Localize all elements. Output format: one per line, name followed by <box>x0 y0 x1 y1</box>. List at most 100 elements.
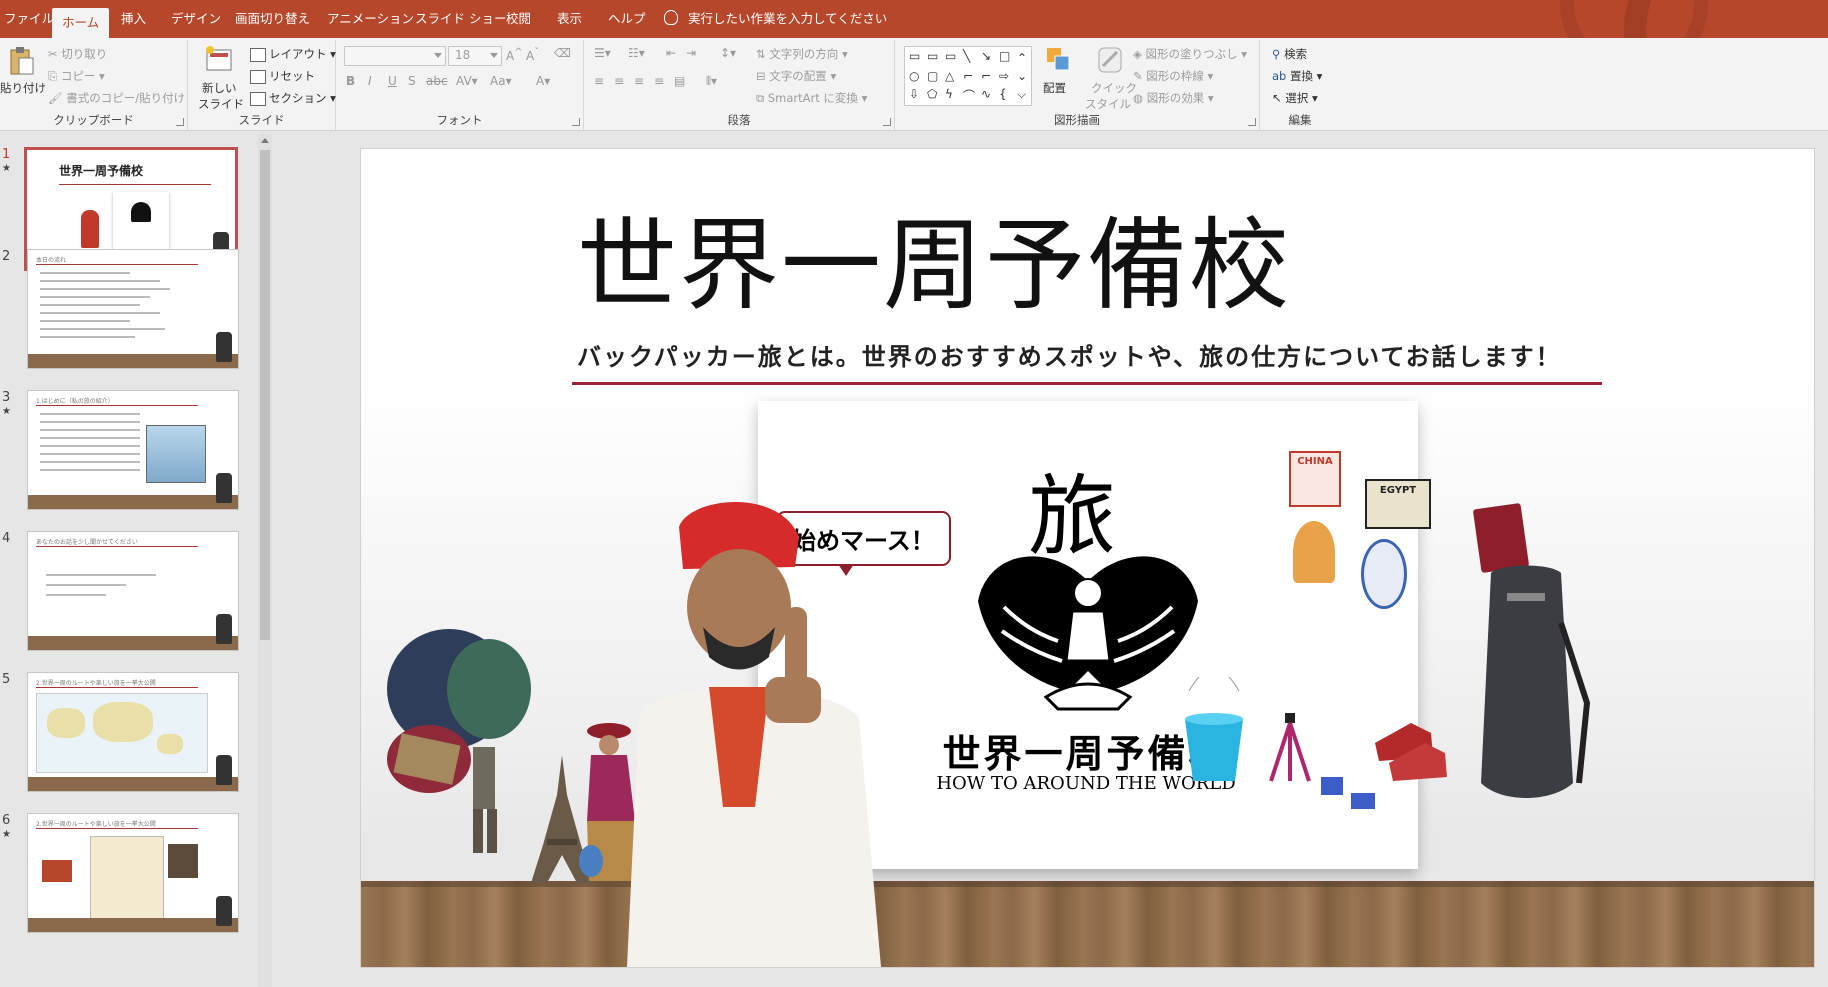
stamp-sticker[interactable] <box>1361 539 1407 609</box>
underline-icon[interactable]: U <box>388 74 397 88</box>
china-sticker[interactable]: CHINA <box>1289 451 1341 507</box>
shape-outline-button[interactable]: ✎ 図形の枠線 ▾ <box>1133 68 1213 84</box>
egypt-sticker[interactable]: EGYPT <box>1365 479 1431 529</box>
smartart-button[interactable]: ⧉ SmartArt に変換 ▾ <box>756 90 867 106</box>
align-left-icon[interactable]: ≡ <box>594 74 604 88</box>
select-button[interactable]: ↖ 選択 ▾ <box>1272 90 1318 106</box>
shadow-icon[interactable]: S <box>408 74 416 88</box>
tell-me-search[interactable]: 実行したい作業を入力してください <box>664 0 887 38</box>
tab-design[interactable]: デザイン <box>171 0 221 38</box>
new-slide-label-2[interactable]: スライド <box>198 96 244 112</box>
curve-shape-icon[interactable]: ∿ <box>981 87 991 101</box>
slide-thumbnail-6[interactable]: 2.世界一周のルートや楽しい旅を一挙大公開 <box>27 813 239 933</box>
arrow-shape-icon[interactable]: ↘ <box>981 49 991 63</box>
slide-title[interactable]: 世界一周予備校 <box>577 211 1291 321</box>
scroll-up-icon[interactable] <box>261 138 269 143</box>
tab-slideshow[interactable]: スライド ショー <box>415 0 506 38</box>
tab-view[interactable]: 表示 <box>557 0 582 38</box>
tab-transitions[interactable]: 画面切り替え <box>235 0 310 38</box>
char-spacing-icon[interactable]: AV▾ <box>456 74 478 88</box>
format-painter-button[interactable]: 🖌 書式のコピー/貼り付け <box>48 90 185 106</box>
right-arrow-shape-icon[interactable]: ⇨ <box>999 69 1009 83</box>
triangle-shape-icon[interactable]: △ <box>945 69 954 83</box>
arc-shape-icon[interactable]: ⌒ <box>963 87 975 104</box>
layout-button[interactable]: レイアウト ▾ <box>250 46 336 62</box>
align-center-icon[interactable]: ≡ <box>614 74 624 88</box>
distributed-icon[interactable]: ▤ <box>674 74 685 88</box>
text-direction-button[interactable]: ⇅ 文字列の方向 ▾ <box>756 46 848 62</box>
line-spacing-icon[interactable]: ↕▾ <box>720 46 736 60</box>
columns-icon[interactable]: ⫴▾ <box>706 74 717 89</box>
tab-insert[interactable]: 挿入 <box>121 0 146 38</box>
tab-help[interactable]: ヘルプ <box>608 0 646 38</box>
font-color-icon[interactable]: A▾ <box>536 74 550 88</box>
numbering-icon[interactable]: ☷▾ <box>628 46 645 60</box>
cut-button[interactable]: ✂ 切り取り <box>48 46 107 62</box>
quick-styles-label-1[interactable]: クイック <box>1091 80 1137 96</box>
new-slide-label-1[interactable]: 新しい <box>202 80 237 96</box>
slide-thumbnail-5[interactable]: 2.世界一周のルートや楽しい旅を一挙大公開 <box>27 672 239 792</box>
dialog-launcher-icon[interactable] <box>883 118 891 126</box>
dialog-launcher-icon[interactable] <box>1248 118 1256 126</box>
textbox-shape-icon[interactable]: ▭ <box>909 49 920 63</box>
textbox-shape-icon[interactable]: ▭ <box>927 49 938 63</box>
find-button[interactable]: ⚲ 検索 <box>1272 46 1307 62</box>
red-shoes[interactable] <box>1371 713 1451 783</box>
copy-button[interactable]: ⎘ コピー ▾ <box>48 68 105 84</box>
connector-shape-icon[interactable]: ⌐ <box>963 69 973 83</box>
shrink-font-icon[interactable]: Aˇ <box>526 47 539 63</box>
reset-button[interactable]: リセット <box>250 68 315 84</box>
slide-thumbnail-3[interactable]: 1.はじめに（私の旅の紹介） <box>27 390 239 510</box>
quick-styles-label-2[interactable]: スタイル <box>1085 96 1131 112</box>
bullets-icon[interactable]: ☰▾ <box>594 46 611 60</box>
rectangle-shape-icon[interactable]: □ <box>999 49 1010 63</box>
slide-thumbnail-2[interactable]: 本日の流れ <box>27 249 239 369</box>
scroll-up-icon[interactable]: ⌃ <box>1017 51 1027 65</box>
shape-fill-button[interactable]: ◈ 図形の塗りつぶし ▾ <box>1133 46 1247 62</box>
tab-file[interactable]: ファイル <box>4 0 54 38</box>
thumbnail-scrollbar[interactable] <box>258 134 272 987</box>
pentagon-shape-icon[interactable]: ⬠ <box>927 87 937 101</box>
grow-font-icon[interactable]: A^ <box>506 47 523 63</box>
clear-format-icon[interactable]: ⌫ <box>554 46 571 60</box>
backpack[interactable] <box>1461 563 1591 811</box>
slide-canvas[interactable]: 世界一周予備校 バックパッカー旅とは。世界のおすすめスポットや、旅の仕方について… <box>360 148 1815 968</box>
shapes-gallery[interactable]: ▭ ▭ ▭ ╲ ↘ □ ○ ▢ △ ⌐ ⌐ ⇨ ⇩ ⬠ ϟ ⌒ ∿ { ⌃ ⌄ … <box>904 46 1032 106</box>
presenter-photo[interactable] <box>619 487 889 967</box>
slide-thumbnail-4[interactable]: あなたのお話を少し聞かせてください <box>27 531 239 651</box>
italic-icon[interactable]: I <box>368 74 372 88</box>
rounded-rect-shape-icon[interactable]: ▢ <box>927 69 938 83</box>
arrange-button[interactable]: 配置 <box>1043 80 1066 96</box>
line-shape-icon[interactable]: ╲ <box>963 49 970 63</box>
font-name-select[interactable] <box>344 46 446 66</box>
plug-adapter[interactable] <box>1321 777 1343 795</box>
align-text-button[interactable]: ⊟ 文字の配置 ▾ <box>756 68 836 84</box>
textbox-shape-icon[interactable]: ▭ <box>945 49 956 63</box>
tab-animations[interactable]: アニメーション <box>327 0 414 38</box>
shape-effects-button[interactable]: ◍ 図形の効果 ▾ <box>1133 90 1214 106</box>
arrow-shape-icon[interactable]: ⇩ <box>909 87 919 101</box>
tripod[interactable] <box>1267 713 1313 783</box>
tab-home[interactable]: ホーム <box>52 8 110 38</box>
lightning-shape-icon[interactable]: ϟ <box>945 87 953 101</box>
scrollbar-thumb[interactable] <box>260 150 270 640</box>
bucket[interactable] <box>1179 677 1249 787</box>
font-size-select[interactable]: 18 <box>448 46 502 66</box>
tab-review[interactable]: 校閲 <box>506 0 531 38</box>
connector-shape-icon[interactable]: ⌐ <box>981 69 991 83</box>
ganesha-sticker[interactable] <box>1293 521 1335 583</box>
brace-shape-icon[interactable]: { <box>999 87 1007 101</box>
bold-icon[interactable]: B <box>346 74 355 88</box>
increase-indent-icon[interactable]: ⇥ <box>686 46 696 60</box>
strikethrough-icon[interactable]: abc <box>426 74 448 88</box>
decrease-indent-icon[interactable]: ⇤ <box>666 46 676 60</box>
align-right-icon[interactable]: ≡ <box>634 74 644 88</box>
oval-shape-icon[interactable]: ○ <box>909 69 919 83</box>
plug-adapter[interactable] <box>1351 793 1375 809</box>
change-case-icon[interactable]: Aa▾ <box>490 74 512 88</box>
scroll-down-icon[interactable]: ⌄ <box>1017 69 1027 83</box>
replace-button[interactable]: ab 置換 ▾ <box>1272 68 1322 84</box>
expand-gallery-icon[interactable]: ⌵ <box>1017 87 1026 102</box>
paste-button[interactable]: 貼り付け <box>0 80 46 96</box>
slide-subtitle[interactable]: バックパッカー旅とは。世界のおすすめスポットや、旅の仕方についてお話します！ <box>577 337 1562 372</box>
